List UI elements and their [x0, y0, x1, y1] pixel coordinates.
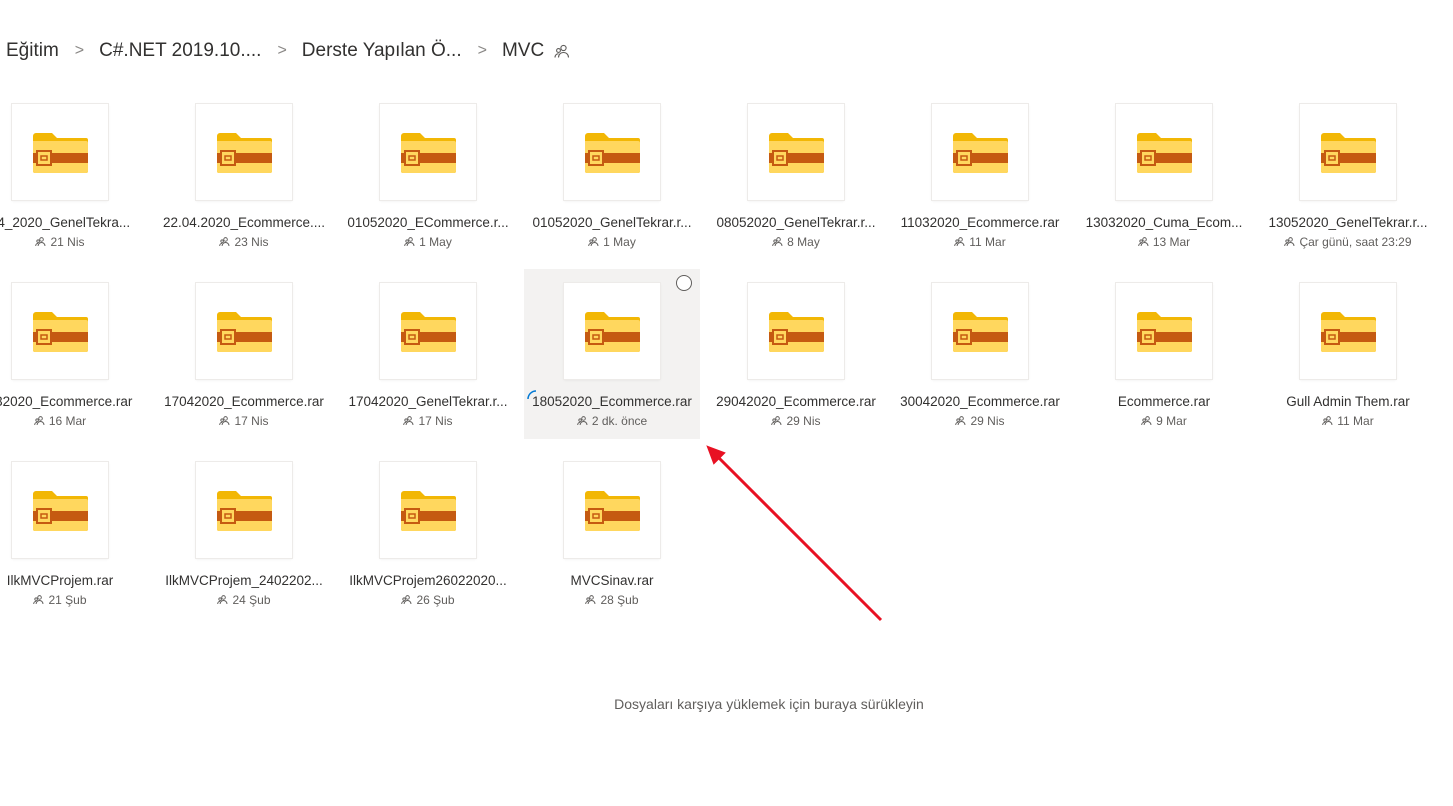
- zip-folder-icon: [564, 104, 660, 200]
- file-tile[interactable]: Gull Admin Them.rar 11 Mar: [1260, 269, 1436, 439]
- modified-date: 16 Mar: [48, 414, 87, 428]
- shared-people-icon: [554, 43, 570, 59]
- chevron-right-icon: >: [477, 42, 487, 59]
- modified-date: 24 Şub: [232, 593, 271, 607]
- zip-folder-icon: [1300, 283, 1396, 379]
- shared-people-icon: [1141, 414, 1156, 428]
- zip-folder-icon: [12, 283, 108, 379]
- modified-date: 13 Mar: [1152, 235, 1191, 249]
- shared-people-icon: [219, 414, 234, 428]
- breadcrumb-item-egitim[interactable]: Eğitim: [6, 40, 59, 62]
- file-meta: Çar günü, saat 23:29: [1240, 235, 1453, 249]
- modified-date: 21 Nis: [50, 235, 85, 249]
- modified-date: 29 Nis: [786, 414, 821, 428]
- file-tile[interactable]: 01052020_ECommerce.r... 1 May: [340, 90, 516, 260]
- shared-people-icon: [585, 593, 600, 607]
- zip-folder-icon: [1300, 104, 1396, 200]
- zip-folder-icon: [1116, 104, 1212, 200]
- file-tile[interactable]: 13032020_Cuma_Ecom... 13 Mar: [1076, 90, 1252, 260]
- breadcrumb: Eğitim > C#.NET 2019.10.... > Derste Yap…: [6, 36, 570, 66]
- modified-date: 11 Mar: [969, 235, 1006, 249]
- file-tile[interactable]: Ecommerce.rar 9 Mar: [1076, 269, 1252, 439]
- shared-people-icon: [588, 235, 603, 249]
- file-tile[interactable]: 17042020_Ecommerce.rar 17 Nis: [156, 269, 332, 439]
- modified-date: 2 dk. önce: [591, 414, 648, 428]
- file-tile[interactable]: 032020_Ecommerce.rar 16 Mar: [0, 269, 148, 439]
- breadcrumb-item-current: MVC: [501, 40, 545, 61]
- drop-hint: Dosyaları karşıya yüklemek için buraya s…: [614, 696, 924, 712]
- breadcrumb-item-csharp-net[interactable]: C#.NET 2019.10....: [99, 40, 261, 62]
- breadcrumb-item-derste[interactable]: Derste Yapılan Ö...: [302, 40, 462, 62]
- shared-people-icon: [954, 235, 969, 249]
- modified-date: 11 Mar: [1337, 414, 1374, 428]
- zip-folder-icon: [564, 283, 660, 379]
- zip-folder-icon: [12, 104, 108, 200]
- file-tile[interactable]: 08052020_GenelTekrar.r... 8 May: [708, 90, 884, 260]
- zip-folder-icon: [380, 104, 476, 200]
- file-tile[interactable]: IlkMVCProjem.rar 21 Şub: [0, 448, 148, 618]
- shared-people-icon: [1138, 235, 1153, 249]
- modified-date: 17 Nis: [234, 414, 269, 428]
- shared-people-icon: [35, 235, 50, 249]
- file-tile[interactable]: 17042020_GenelTekrar.r... 17 Nis: [340, 269, 516, 439]
- shared-people-icon: [217, 593, 232, 607]
- modified-date: 17 Nis: [418, 414, 453, 428]
- shared-people-icon: [401, 593, 416, 607]
- chevron-right-icon: >: [74, 42, 85, 59]
- modified-date: Çar günü, saat 23:29: [1299, 235, 1412, 249]
- file-name[interactable]: Gull Admin Them.rar: [1240, 394, 1453, 409]
- file-tile[interactable]: 22.04.2020_Ecommerce.... 23 Nis: [156, 90, 332, 260]
- zip-folder-icon: [748, 104, 844, 200]
- modified-date: 1 May: [603, 235, 636, 249]
- shared-people-icon: [771, 414, 786, 428]
- file-name[interactable]: MVCSinav.rar: [504, 573, 720, 588]
- file-name[interactable]: 13052020_GenelTekrar.r...: [1240, 215, 1453, 230]
- zip-folder-icon: [196, 104, 292, 200]
- file-meta: 28 Şub: [504, 593, 720, 607]
- shared-people-icon: [577, 414, 592, 428]
- zip-folder-icon: [932, 283, 1028, 379]
- shared-people-icon: [404, 235, 419, 249]
- file-tile[interactable]: 30042020_Ecommerce.rar 29 Nis: [892, 269, 1068, 439]
- zip-folder-icon: [1116, 283, 1212, 379]
- modified-date: 9 Mar: [1156, 414, 1187, 428]
- file-tile[interactable]: 13052020_GenelTekrar.r... Çar günü, saat …: [1260, 90, 1436, 260]
- file-tile[interactable]: 01052020_GenelTekrar.r... 1 May: [524, 90, 700, 260]
- chevron-right-icon: >: [277, 42, 287, 59]
- file-tile[interactable]: 18052020_Ecommerce.rar 2 dk. önce: [524, 269, 700, 439]
- shared-people-icon: [1322, 414, 1337, 428]
- zip-folder-icon: [564, 462, 660, 558]
- modified-date: 21 Şub: [48, 593, 87, 607]
- file-tile[interactable]: 04_2020_GenelTekra... 21 Nis: [0, 90, 148, 260]
- zip-folder-icon: [196, 283, 292, 379]
- file-tile[interactable]: MVCSinav.rar 28 Şub: [524, 448, 700, 618]
- modified-date: 1 May: [419, 235, 452, 249]
- shared-people-icon: [33, 593, 48, 607]
- zip-folder-icon: [380, 283, 476, 379]
- shared-people-icon: [772, 235, 787, 249]
- zip-folder-icon: [196, 462, 292, 558]
- shared-people-icon: [403, 414, 418, 428]
- file-meta: 11 Mar: [1240, 414, 1453, 428]
- file-tile[interactable]: 29042020_Ecommerce.rar 29 Nis: [708, 269, 884, 439]
- loading-spinner-icon: [527, 387, 537, 400]
- modified-date: 28 Şub: [600, 593, 639, 607]
- shared-people-icon: [955, 414, 970, 428]
- file-tile[interactable]: 11032020_Ecommerce.rar 11 Mar: [892, 90, 1068, 260]
- file-tile[interactable]: IlkMVCProjem26022020... 26 Şub: [340, 448, 516, 618]
- zip-folder-icon: [748, 283, 844, 379]
- selection-circle-icon[interactable]: [676, 275, 692, 291]
- shared-people-icon: [34, 414, 49, 428]
- modified-date: 26 Şub: [416, 593, 455, 607]
- file-tile[interactable]: IlkMVCProjem_2402202... 24 Şub: [156, 448, 332, 618]
- zip-folder-icon: [380, 462, 476, 558]
- modified-date: 8 May: [787, 235, 820, 249]
- zip-folder-icon: [932, 104, 1028, 200]
- modified-date: 29 Nis: [970, 414, 1005, 428]
- modified-date: 23 Nis: [234, 235, 269, 249]
- shared-people-icon: [219, 235, 234, 249]
- zip-folder-icon: [12, 462, 108, 558]
- shared-people-icon: [1284, 235, 1299, 249]
